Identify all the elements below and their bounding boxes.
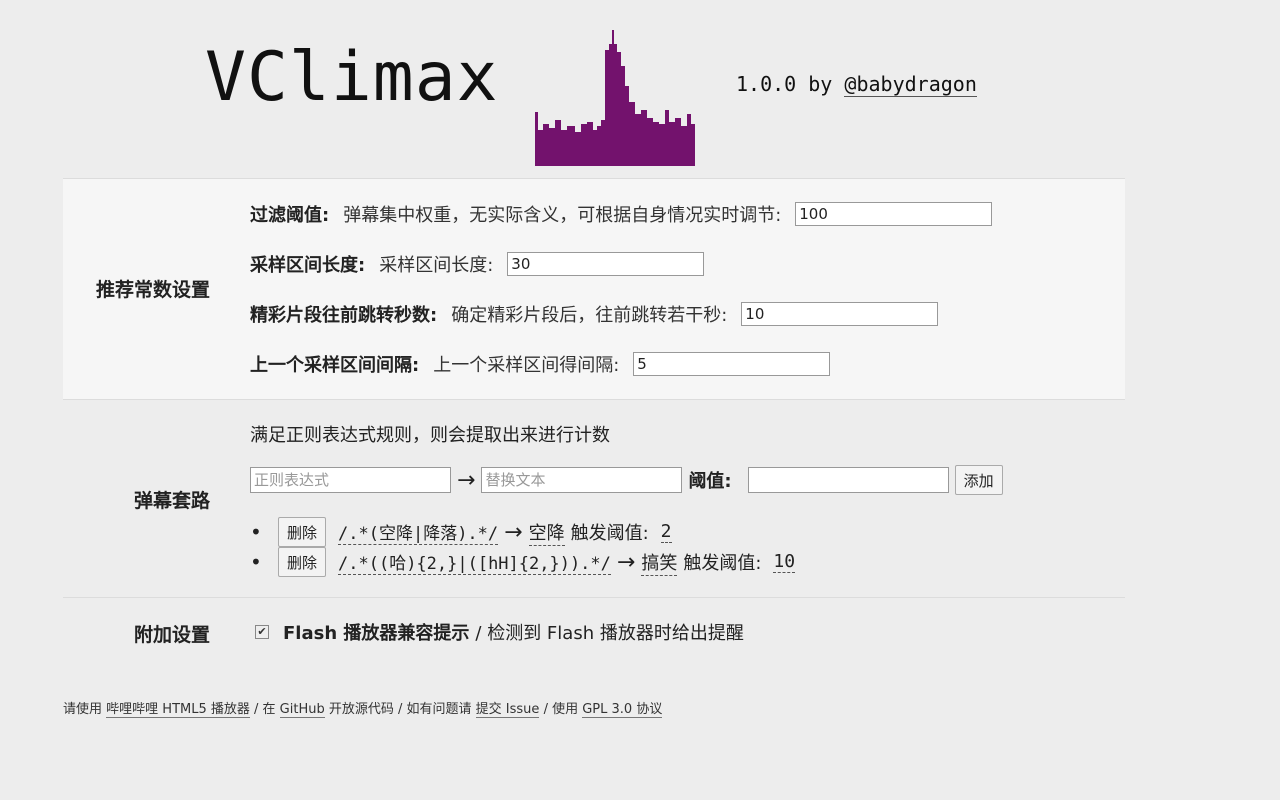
prev-interval-desc: 上一个采样区间得间隔: — [433, 355, 620, 376]
prev-interval-input[interactable] — [633, 352, 831, 376]
app-title: VClimax — [205, 38, 499, 117]
arrow-icon: → — [616, 549, 636, 575]
flash-option-desc: / 检测到 Flash 播放器时给出提醒 — [475, 623, 744, 644]
rule-item: • 删除 /.*((哈){2,}|([hH]{2,})).*/ → 搞笑 触发阈… — [250, 547, 796, 577]
rule-pattern: /.*(空降|降落).*/ — [338, 519, 499, 545]
filter-threshold-row: 过滤阈值: 弹幕集中权重，无实际含义，可根据自身情况实时调节: — [250, 201, 993, 227]
html5-player-link[interactable]: 哔哩哔哩 HTML5 播放器 — [106, 702, 250, 718]
extra-section: 附加设置 ✔ Flash 播放器兼容提示 / 检测到 Flash 播放器时给出提… — [63, 598, 1125, 668]
rule-threshold-label: 触发阈值: — [570, 523, 649, 544]
filter-threshold-desc: 弹幕集中权重，无实际含义，可根据自身情况实时调节: — [343, 205, 782, 226]
flash-option-title: Flash 播放器兼容提示 — [283, 623, 470, 644]
extra-section-label: 附加设置 — [133, 624, 210, 646]
jump-back-row: 精彩片段往前跳转秒数: 确定精彩片段后，往前跳转若干秒: — [250, 301, 939, 327]
footer-text: 请使用 — [63, 702, 103, 717]
sample-length-row: 采样区间长度: 采样区间长度: — [250, 251, 705, 277]
footer-text: / 在 — [254, 702, 276, 717]
replace-input[interactable] — [481, 467, 683, 493]
by-text: by — [808, 72, 833, 96]
rule-list: • 删除 /.*(空降|降落).*/ → 空降 触发阈值: 2 • 删除 /.*… — [250, 517, 796, 577]
arrow-icon: → — [457, 467, 476, 493]
danmaku-intro: 满足正则表达式规则，则会提取出来进行计数 — [250, 421, 610, 447]
flash-option-row: ✔ Flash 播放器兼容提示 / 检测到 Flash 播放器时给出提醒 — [255, 619, 744, 645]
issue-link[interactable]: 提交 Issue — [475, 702, 540, 718]
constants-section-label: 推荐常数设置 — [95, 279, 210, 301]
delete-rule-button[interactable]: 删除 — [278, 547, 327, 577]
threshold-input[interactable] — [747, 467, 949, 493]
threshold-label: 阈值: — [688, 471, 732, 492]
rule-item: • 删除 /.*(空降|降落).*/ → 空降 触发阈值: 2 — [250, 517, 795, 547]
flash-checkbox[interactable]: ✔ — [255, 625, 269, 639]
prev-interval-label: 上一个采样区间间隔: — [250, 355, 420, 376]
add-rule-row: → 阈值: 添加 — [250, 465, 1003, 495]
jump-back-input[interactable] — [741, 302, 939, 326]
footer: 请使用 哔哩哔哩 HTML5 播放器 / 在 GitHub 开放源代码 / 如有… — [63, 698, 663, 718]
rule-threshold-value: 10 — [773, 551, 796, 573]
license-link[interactable]: GPL 3.0 协议 — [582, 702, 663, 718]
version-info: 1.0.0 by @babydragon — [736, 72, 977, 97]
regex-input[interactable] — [250, 467, 451, 493]
sample-length-label: 采样区间长度: — [250, 255, 366, 276]
rule-replacement: 空降 — [528, 519, 565, 546]
rule-replacement: 搞笑 — [641, 549, 678, 576]
github-link[interactable]: GitHub — [279, 702, 325, 718]
jump-back-desc: 确定精彩片段后，往前跳转若干秒: — [451, 305, 728, 326]
delete-rule-button[interactable]: 删除 — [278, 517, 327, 547]
sample-length-input[interactable] — [507, 252, 705, 276]
prev-interval-row: 上一个采样区间间隔: 上一个采样区间得间隔: — [250, 351, 831, 377]
danmaku-section-label: 弹幕套路 — [133, 490, 210, 512]
arrow-icon: → — [504, 519, 523, 545]
rule-threshold-value: 2 — [660, 521, 672, 543]
jump-back-label: 精彩片段往前跳转秒数: — [250, 305, 438, 326]
footer-text: 开放源代码 / 如有问题请 — [328, 702, 472, 717]
footer-text: / 使用 — [543, 702, 579, 717]
constants-section: 推荐常数设置 过滤阈值: 弹幕集中权重，无实际含义，可根据自身情况实时调节: 采… — [63, 178, 1125, 400]
bullet-icon: • — [250, 520, 262, 544]
author-link[interactable]: @babydragon — [844, 72, 977, 97]
header: VClimax 1.0.0 by @babydragon — [0, 0, 1280, 170]
danmaku-intro-text: 满足正则表达式规则，则会提取出来进行计数 — [250, 425, 610, 446]
skyline-logo-icon — [535, 30, 695, 166]
sample-length-desc: 采样区间长度: — [379, 255, 494, 276]
filter-threshold-label: 过滤阈值: — [250, 205, 330, 226]
version-number: 1.0.0 — [736, 72, 797, 96]
bullet-icon: • — [250, 550, 262, 574]
rule-threshold-label: 触发阈值: — [683, 553, 762, 574]
add-rule-button[interactable]: 添加 — [954, 465, 1003, 495]
filter-threshold-input[interactable] — [795, 202, 993, 226]
danmaku-section: 弹幕套路 满足正则表达式规则，则会提取出来进行计数 → 阈值: 添加 • 删除 … — [63, 399, 1125, 598]
rule-pattern: /.*((哈){2,}|([hH]{2,})).*/ — [338, 549, 611, 575]
